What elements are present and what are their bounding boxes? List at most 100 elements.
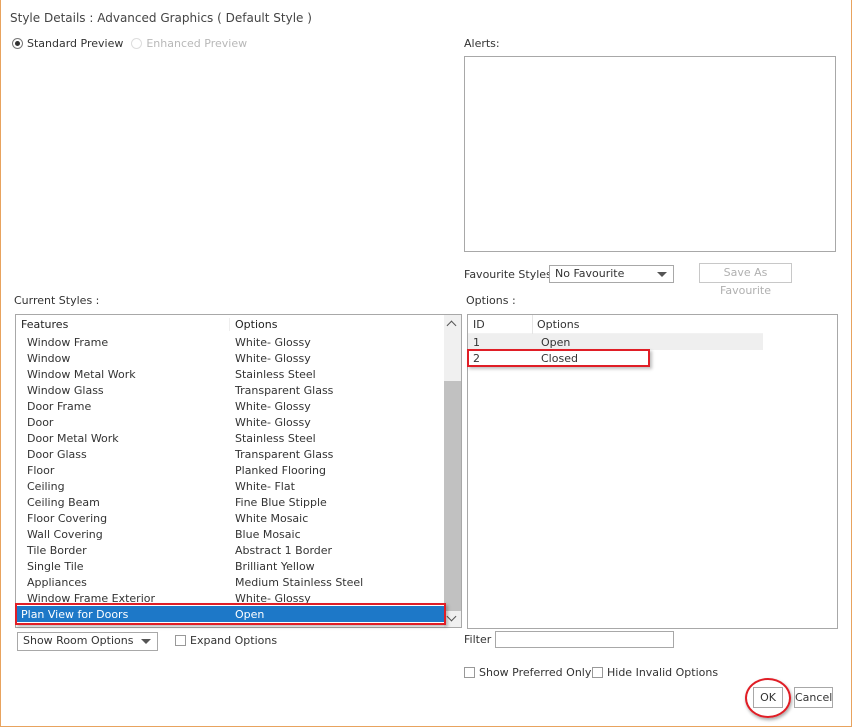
table-row[interactable]: Floor Covering White Mosaic <box>16 510 461 526</box>
option-cell: Stainless Steel <box>235 367 316 381</box>
ok-button[interactable]: OK <box>753 687 783 708</box>
vertical-scrollbar[interactable] <box>444 315 461 627</box>
filter-label: Filter <box>464 633 492 646</box>
id-column-header[interactable]: ID <box>468 315 533 334</box>
table-row[interactable]: Single Tile Brilliant Yellow <box>16 558 461 574</box>
scroll-up-icon[interactable] <box>446 320 457 331</box>
current-styles-grid: Features Options Window Frame White- Glos… <box>15 314 462 628</box>
table-row[interactable]: Door Glass Transparent Glass <box>16 446 461 462</box>
feature-cell: Single Tile <box>27 559 84 573</box>
feature-cell: Floor <box>27 463 55 477</box>
table-row[interactable]: Ceiling Beam Fine Blue Stipple <box>16 494 461 510</box>
option-row[interactable]: 1 Open <box>468 334 763 350</box>
feature-cell: Door <box>27 415 54 429</box>
alerts-label: Alerts: <box>464 37 500 50</box>
table-row[interactable]: Door Metal Work Stainless Steel <box>16 430 461 446</box>
room-options-value: Show Room Options <box>23 634 134 647</box>
option-cell: Fine Blue Stipple <box>235 495 327 509</box>
option-cell: Planked Flooring <box>235 463 327 477</box>
feature-cell: Plan View for Doors <box>21 607 129 621</box>
option-cell: White- Flat <box>235 479 295 493</box>
options-label: Options : <box>466 294 516 307</box>
enhanced-preview-radio <box>131 38 143 49</box>
dialog-title: Style Details : Advanced Graphics ( Defa… <box>10 11 312 25</box>
expand-options-label: Expand Options <box>190 634 278 647</box>
feature-cell: Ceiling Beam <box>27 495 100 509</box>
option-cell: White- Glossy <box>235 399 311 413</box>
hide-invalid-toggle[interactable]: Hide Invalid Options <box>592 666 718 679</box>
table-row[interactable]: Appliances Medium Stainless Steel <box>16 574 461 590</box>
table-row[interactable]: Wall Covering Blue Mosaic <box>16 526 461 542</box>
filter-input[interactable] <box>495 631 674 648</box>
option-value-cell: Closed <box>541 351 578 365</box>
option-cell: Medium Stainless Steel <box>235 575 364 589</box>
option-cell: White- Glossy <box>235 415 311 429</box>
options-rows: 1 Open 2 Closed <box>468 334 837 366</box>
feature-cell: Window Frame Exterior <box>27 591 156 605</box>
feature-cell: Tile Border <box>27 543 87 557</box>
feature-cell: Wall Covering <box>27 527 103 541</box>
option-cell: Abstract 1 Border <box>235 543 333 557</box>
favourite-styles-label: Favourite Styles: <box>464 268 556 281</box>
feature-cell: Door Frame <box>27 399 92 413</box>
show-preferred-toggle[interactable]: Show Preferred Only <box>464 666 591 679</box>
table-row[interactable]: Window Frame Exterior White- Glossy <box>16 590 461 606</box>
table-row[interactable]: Window Frame White- Glossy <box>16 334 461 350</box>
option-id-cell: 1 <box>473 335 480 349</box>
chevron-down-icon <box>141 639 151 644</box>
favourite-styles-dropdown[interactable]: No Favourite <box>549 265 674 283</box>
feature-cell: Door Metal Work <box>27 431 119 445</box>
options-grid-header: ID Options <box>468 315 763 334</box>
save-as-favourite-button[interactable]: Save As Favourite <box>699 263 792 297</box>
table-row[interactable]: Window White- Glossy <box>16 350 461 366</box>
table-row[interactable]: Tile Border Abstract 1 Border <box>16 542 461 558</box>
feature-cell: Ceiling <box>27 479 65 493</box>
table-row[interactable]: Ceiling White- Flat <box>16 478 461 494</box>
table-row[interactable]: Plan View for Doors Open <box>16 606 461 622</box>
option-cell: Blue Mosaic <box>235 527 301 541</box>
favourite-styles-value: No Favourite <box>555 267 625 280</box>
option-cell: White- Glossy <box>235 335 311 349</box>
cancel-button[interactable]: Cancel <box>794 687 833 708</box>
option-cell: Transparent Glass <box>235 383 334 397</box>
option-value-cell: Open <box>541 335 571 349</box>
feature-cell: Window Metal Work <box>27 367 136 381</box>
option-column-header[interactable]: Options <box>533 318 579 331</box>
expand-options-checkbox[interactable] <box>175 635 186 646</box>
enhanced-preview-label: Enhanced Preview <box>146 37 248 50</box>
option-cell: White- Glossy <box>235 351 311 365</box>
chevron-down-icon <box>657 272 667 277</box>
expand-options-toggle[interactable]: Expand Options <box>175 634 277 647</box>
option-cell: Brilliant Yellow <box>235 559 315 573</box>
option-cell: White Mosaic <box>235 511 309 525</box>
current-styles-label: Current Styles : <box>14 294 100 307</box>
table-row[interactable]: Window Glass Transparent Glass <box>16 382 461 398</box>
table-row[interactable]: Door Frame White- Glossy <box>16 398 461 414</box>
feature-cell: Door Glass <box>27 447 87 461</box>
option-cell: Open <box>235 607 265 621</box>
table-row[interactable]: Door White- Glossy <box>16 414 461 430</box>
option-id-cell: 2 <box>473 351 480 365</box>
options-column-header[interactable]: Options <box>230 318 277 331</box>
feature-cell: Window Glass <box>27 383 104 397</box>
show-preferred-checkbox[interactable] <box>464 667 475 678</box>
standard-preview-radio[interactable] <box>12 38 23 49</box>
preview-mode-group: Standard Preview Enhanced Preview <box>12 37 247 50</box>
standard-preview-label[interactable]: Standard Preview <box>27 37 123 50</box>
current-styles-rows: Window Frame White- Glossy Window White- Gl… <box>16 334 461 622</box>
feature-cell: Appliances <box>27 575 87 589</box>
room-options-dropdown[interactable]: Show Room Options <box>17 632 158 651</box>
feature-cell: Window Frame <box>27 335 109 349</box>
scrollbar-thumb[interactable] <box>444 381 461 611</box>
hide-invalid-checkbox[interactable] <box>592 667 603 678</box>
scroll-down-icon[interactable] <box>446 611 457 622</box>
alerts-box <box>464 56 836 252</box>
option-cell: Transparent Glass <box>235 447 334 461</box>
show-preferred-label: Show Preferred Only <box>479 666 592 679</box>
table-row[interactable]: Floor Planked Flooring <box>16 462 461 478</box>
hide-invalid-label: Hide Invalid Options <box>607 666 719 679</box>
features-column-header[interactable]: Features <box>16 318 230 331</box>
options-grid: ID Options 1 Open 2 Closed <box>467 314 838 629</box>
table-row[interactable]: Window Metal Work Stainless Steel <box>16 366 461 382</box>
option-row[interactable]: 2 Closed <box>468 350 763 366</box>
